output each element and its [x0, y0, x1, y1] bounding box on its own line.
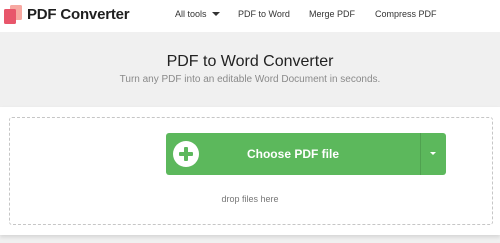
upload-card: Choose PDF file drop files here: [0, 107, 500, 235]
top-navigation-bar: PDF Converter All tools PDF to Word Merg…: [0, 0, 500, 32]
chevron-down-icon: [211, 12, 220, 16]
choose-pdf-file-label: Choose PDF file: [246, 147, 339, 161]
drop-files-hint: drop files here: [221, 194, 279, 204]
brand-name[interactable]: PDF Converter: [27, 6, 130, 23]
nav-all-tools[interactable]: All tools: [175, 9, 220, 19]
page-subtitle: Turn any PDF into an editable Word Docum…: [119, 74, 381, 85]
upload-source-dropdown-toggle[interactable]: [421, 133, 446, 175]
caret-down-icon: [430, 152, 436, 155]
nav-pdf-to-word[interactable]: PDF to Word: [238, 9, 290, 19]
nav-all-tools-label: All tools: [175, 9, 207, 19]
choose-pdf-file-button[interactable]: Choose PDF file: [166, 133, 446, 175]
nav-compress-pdf[interactable]: Compress PDF: [375, 9, 437, 19]
page-title: PDF to Word Converter: [166, 53, 334, 70]
pdf-converter-logo-icon[interactable]: [4, 5, 22, 24]
nav-merge-pdf[interactable]: Merge PDF: [309, 9, 355, 19]
